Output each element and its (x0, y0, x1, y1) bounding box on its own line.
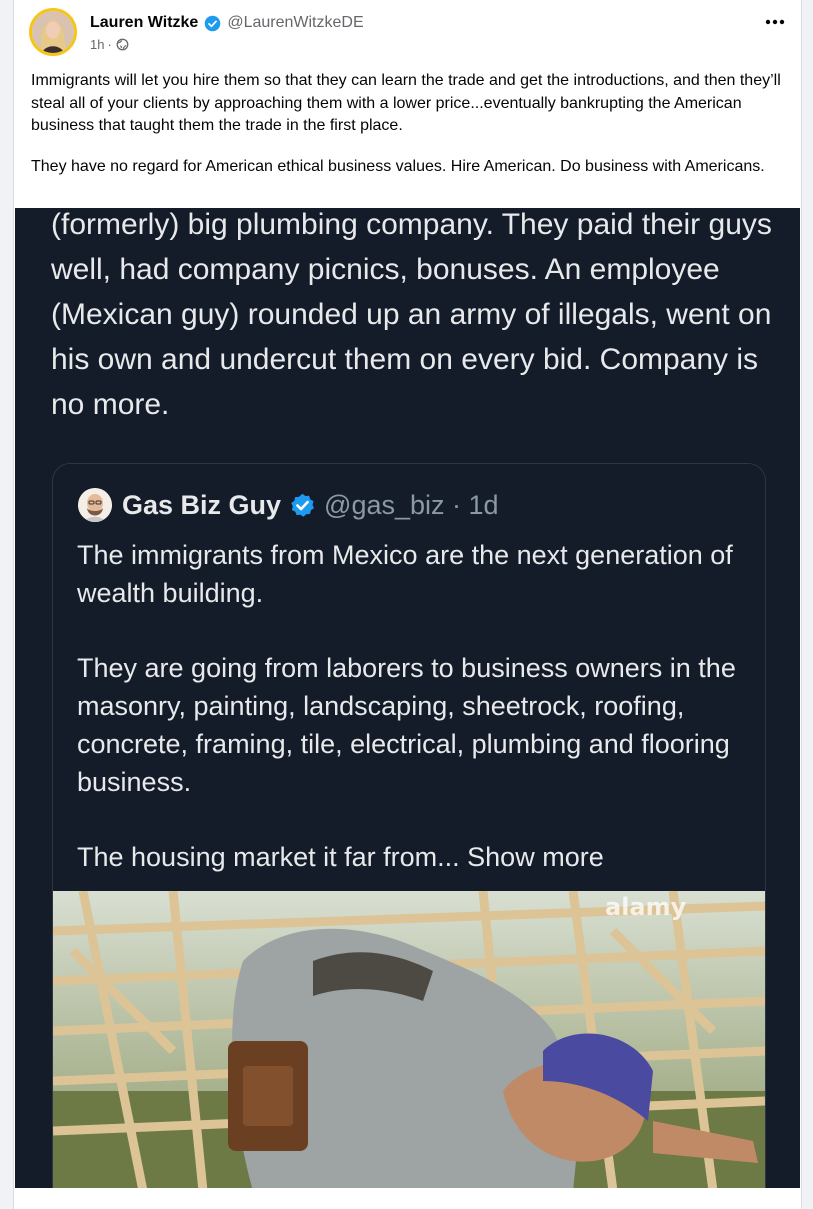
post-time[interactable]: 1h (90, 37, 104, 52)
author-name-row: Lauren Witzke @LaurenWitzkeDE (90, 12, 364, 34)
screenshot-reply-text: (formerly) big plumbing company. They pa… (51, 208, 772, 421)
meta-separator: · (107, 37, 112, 52)
quoted-avatar-cartoon (78, 488, 112, 522)
more-options-button[interactable] (763, 12, 787, 32)
attached-screenshot[interactable]: (formerly) big plumbing company. They pa… (15, 208, 800, 1188)
photo-watermark: alamy (605, 893, 687, 921)
globe-icon (116, 38, 129, 51)
quoted-author-name: Gas Biz Guy (122, 489, 282, 520)
quoted-truncated-text: The housing market it far from... (77, 842, 460, 872)
post-paragraph: Immigrants will let you hire them so tha… (31, 72, 781, 134)
avatar-photo (32, 11, 74, 53)
post-footer-strip (14, 1188, 801, 1209)
post-paragraph: They have no regard for American ethical… (31, 157, 765, 175)
post-header: Lauren Witzke @LaurenWitzkeDE 1h · (14, 0, 801, 66)
post-body: Immigrants will let you hire them so tha… (31, 70, 791, 178)
quoted-tweet[interactable]: Gas Biz Guy @gas_biz · 1d The immigrants… (52, 463, 766, 1188)
quoted-paragraph: The immigrants from Mexico are the next … (77, 540, 733, 608)
quoted-tweet-body: The immigrants from Mexico are the next … (77, 536, 747, 913)
author-name[interactable]: Lauren Witzke (90, 14, 198, 32)
quoted-handle-time: @gas_biz · 1d (324, 489, 499, 520)
quoted-verified-badge-icon (291, 493, 315, 517)
verified-badge-icon (205, 15, 221, 31)
author-handle[interactable]: @LaurenWitzkeDE (227, 14, 363, 32)
quoted-tweet-header: Gas Biz Guy @gas_biz · 1d (78, 488, 499, 522)
quoted-last-line: The housing market it far from... Show m… (77, 838, 747, 876)
show-more-link[interactable]: Show more (467, 842, 604, 872)
ellipsis-icon (765, 19, 785, 25)
author-avatar[interactable] (29, 8, 77, 56)
quoted-photo: alamy (53, 891, 765, 1188)
quoted-paragraph: They are going from laborers to business… (77, 653, 736, 797)
post-meta: 1h · (90, 37, 129, 52)
construction-worker-photo: alamy (53, 891, 765, 1188)
quoted-author-avatar (78, 488, 112, 522)
post-card: Lauren Witzke @LaurenWitzkeDE 1h · Immig… (13, 0, 802, 1209)
